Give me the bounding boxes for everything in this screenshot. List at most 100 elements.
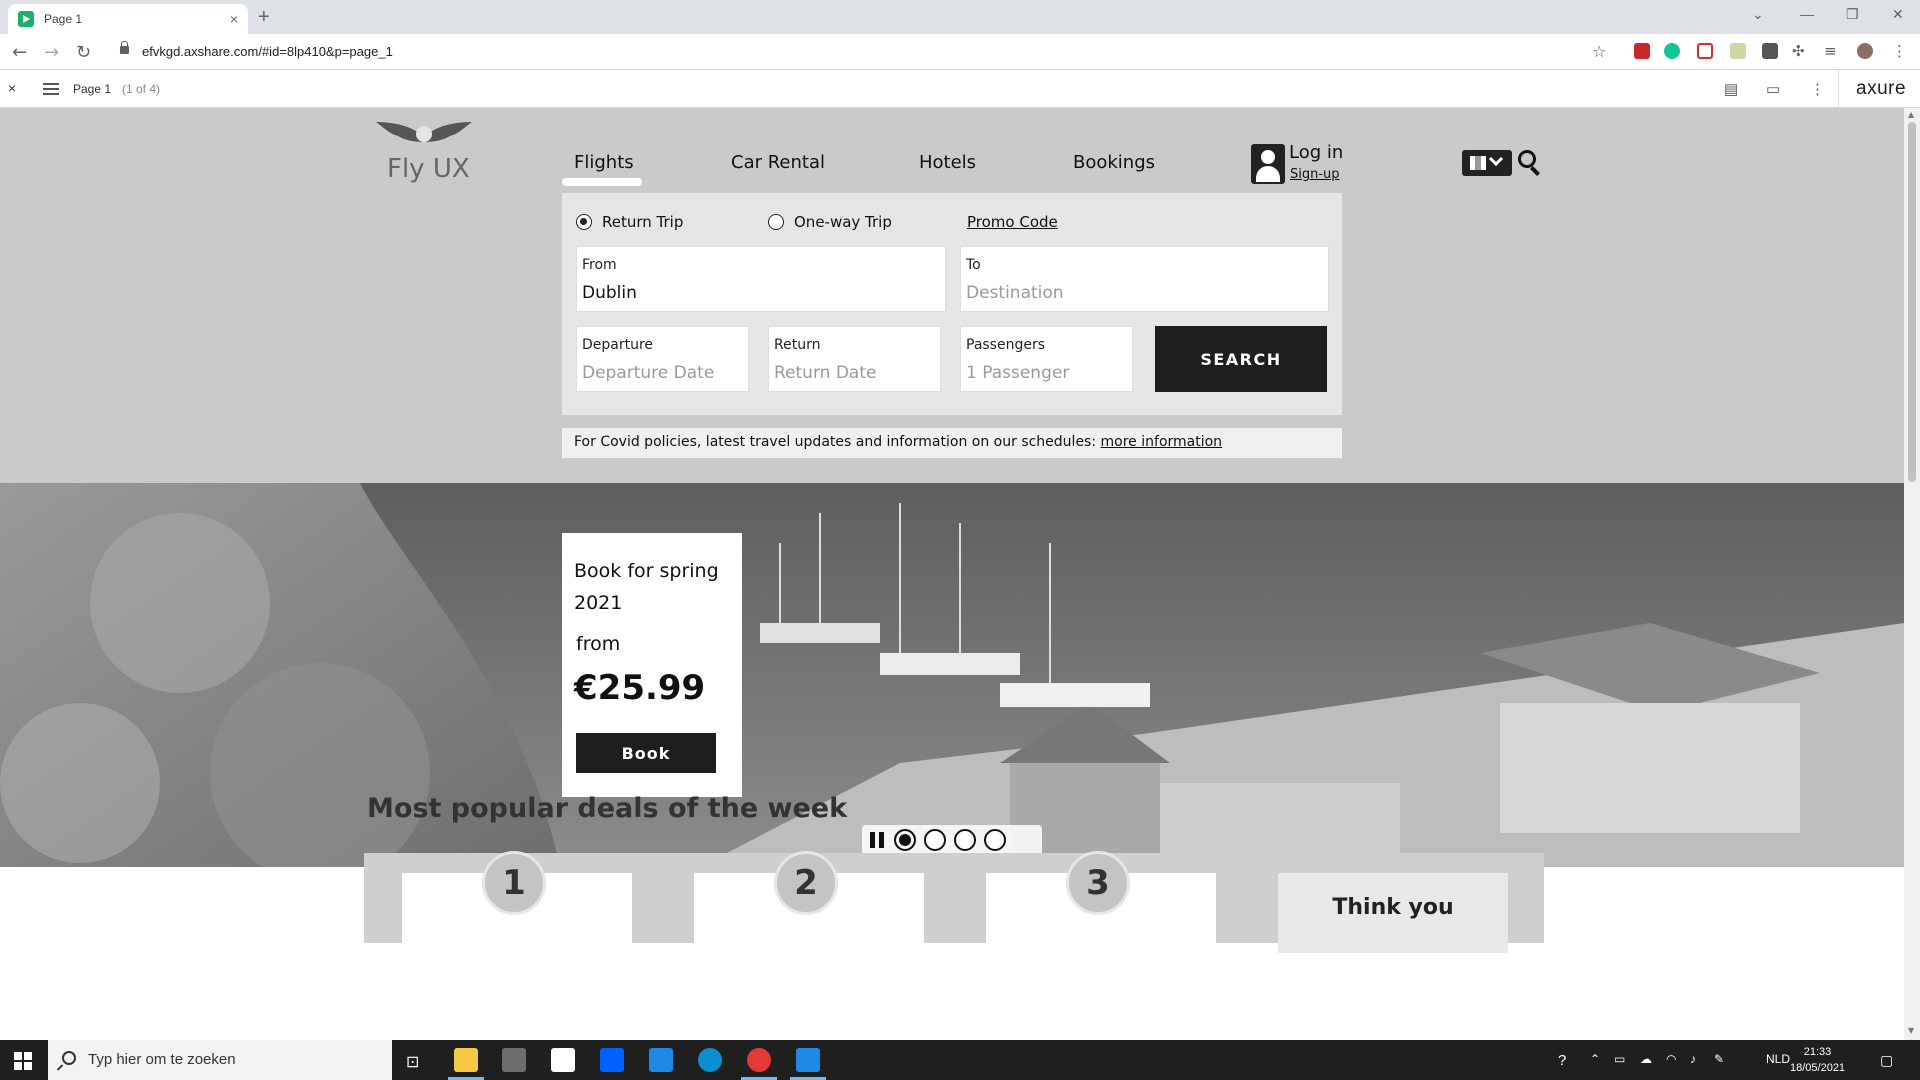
flag-icon — [1470, 156, 1486, 170]
radio-unchecked-icon — [768, 214, 784, 230]
url-field[interactable]: efvkgd.axshare.com/#id=8lp410&p=page_1 — [142, 44, 393, 59]
system-clock[interactable]: 21:33 18/05/2021 — [1790, 1044, 1845, 1076]
volume-icon[interactable]: ♪ — [1690, 1052, 1696, 1066]
return-trip-radio[interactable]: Return Trip — [576, 213, 683, 231]
forward-arrow-icon[interactable]: → — [44, 42, 59, 63]
to-label: To — [966, 257, 981, 273]
windows-start-icon[interactable] — [14, 1052, 32, 1070]
grammarly-extension-icon[interactable] — [1664, 43, 1680, 59]
dropbox-icon[interactable] — [600, 1048, 624, 1072]
show-hidden-icons-icon[interactable]: ⌃ — [1590, 1052, 1600, 1066]
axure-favicon-icon — [18, 11, 34, 27]
deal-card[interactable]: Think you — [1278, 873, 1508, 953]
nav-flights[interactable]: Flights — [574, 152, 634, 173]
reading-list-icon[interactable]: ≡ — [1824, 42, 1837, 60]
store-icon[interactable] — [502, 1048, 526, 1072]
deal-rank-badge: 1 — [482, 851, 546, 915]
from-field[interactable]: From Dublin — [576, 246, 946, 312]
deal-rank-badge: 2 — [774, 851, 838, 915]
departure-label: Departure — [582, 337, 654, 353]
pocket-extension-icon[interactable] — [1697, 43, 1713, 59]
book-button[interactable]: Book — [576, 733, 716, 773]
edge-icon[interactable] — [698, 1048, 722, 1072]
carousel-dot[interactable] — [894, 829, 916, 851]
one-way-trip-label: One-way Trip — [794, 213, 892, 231]
address-bar-row: ← → ↻ efvkgd.axshare.com/#id=8lp410&p=pa… — [0, 34, 1920, 70]
more-options-icon[interactable]: ⋮ — [1810, 80, 1825, 98]
tab-search-icon[interactable]: ⌄ — [1752, 6, 1764, 23]
promo-code-link[interactable]: Promo Code — [967, 213, 1058, 231]
browser-menu-icon[interactable]: ⋮ — [1892, 42, 1907, 60]
carousel-dot[interactable] — [924, 829, 946, 851]
passengers-field[interactable]: Passengers 1 Passenger — [960, 326, 1133, 392]
fly-ux-logo[interactable]: Fly UX — [370, 120, 480, 190]
extensions-puzzle-icon[interactable]: ✣ — [1792, 42, 1805, 60]
nav-bookings[interactable]: Bookings — [1073, 152, 1155, 173]
nav-car-rental[interactable]: Car Rental — [731, 152, 825, 173]
axure-close-icon[interactable]: × — [8, 80, 16, 96]
login-link[interactable]: Log in — [1289, 142, 1343, 163]
one-way-trip-radio[interactable]: One-way Trip — [768, 213, 892, 231]
from-value: Dublin — [582, 283, 637, 303]
flight-search-panel: Return Trip One-way Trip Promo Code From… — [562, 193, 1342, 415]
user-icon[interactable] — [1251, 144, 1285, 184]
bookmark-star-icon[interactable]: ☆ — [1592, 42, 1606, 61]
covid-notice-text: For Covid policies, latest travel update… — [574, 434, 1101, 450]
search-icon-handle — [1530, 166, 1540, 176]
notes-icon[interactable]: ▤ — [1724, 80, 1738, 98]
scroll-up-icon[interactable]: ▲ — [1908, 110, 1914, 119]
amazon-icon[interactable] — [551, 1048, 575, 1072]
battery-icon[interactable]: ▭ — [1614, 1052, 1625, 1066]
taskbar-search-box[interactable]: Typ hier om te zoeken — [48, 1040, 392, 1080]
pause-icon[interactable] — [868, 831, 886, 849]
extension-icon[interactable] — [1762, 43, 1778, 59]
extension-icon[interactable] — [1730, 43, 1746, 59]
deal-rank-badge: 3 — [1066, 851, 1130, 915]
help-icon[interactable]: ? — [1558, 1052, 1566, 1069]
wifi-icon[interactable]: ◠ — [1666, 1052, 1676, 1066]
nav-hotels[interactable]: Hotels — [919, 152, 976, 173]
to-field[interactable]: To Destination — [960, 246, 1329, 312]
scrollbar-thumb[interactable] — [1908, 122, 1916, 482]
notifications-icon[interactable]: ▢ — [1880, 1052, 1893, 1069]
scroll-down-icon[interactable]: ▼ — [1908, 1026, 1914, 1035]
mail-icon[interactable] — [649, 1048, 673, 1072]
back-arrow-icon[interactable]: ← — [12, 42, 27, 63]
vscode-icon[interactable] — [796, 1048, 820, 1072]
pen-icon[interactable]: ✎ — [1714, 1052, 1724, 1066]
reload-icon[interactable]: ↻ — [76, 42, 91, 63]
new-tab-button[interactable]: + — [258, 6, 270, 29]
page-scrollbar[interactable]: ▲ ▼ — [1904, 108, 1920, 1040]
radio-checked-icon — [576, 214, 592, 230]
search-button[interactable]: SEARCH — [1155, 326, 1327, 392]
task-view-icon[interactable]: ⊡ — [406, 1052, 419, 1072]
window-close-button[interactable]: ✕ — [1892, 6, 1904, 23]
chrome-icon[interactable] — [747, 1048, 771, 1072]
extension-icon[interactable] — [1634, 43, 1650, 59]
profile-avatar[interactable] — [1857, 43, 1873, 59]
restore-button[interactable]: ❐ — [1846, 6, 1859, 23]
onedrive-icon[interactable]: ☁ — [1640, 1052, 1652, 1066]
start-tile — [14, 1062, 22, 1070]
minimize-button[interactable]: — — [1800, 6, 1814, 22]
tab-close-button[interactable]: × — [230, 11, 238, 27]
sitemap-menu-icon[interactable] — [43, 83, 59, 95]
covid-notice: For Covid policies, latest travel update… — [562, 428, 1342, 458]
file-explorer-icon[interactable] — [454, 1048, 478, 1072]
departure-date-field[interactable]: Departure Departure Date — [576, 326, 749, 392]
hero-carousel: Book for spring 2021 from €25.99 Book — [0, 483, 1904, 867]
signup-link[interactable]: Sign-up — [1290, 167, 1340, 182]
harbor-photo-image — [0, 483, 1904, 867]
carousel-dot[interactable] — [984, 829, 1006, 851]
wings-logo-icon — [376, 122, 472, 142]
carousel-dot[interactable] — [954, 829, 976, 851]
search-icon[interactable] — [1518, 150, 1540, 176]
passengers-label: Passengers — [966, 337, 1046, 353]
clock-time: 21:33 — [1803, 1046, 1832, 1058]
more-information-link[interactable]: more information — [1101, 434, 1223, 450]
comments-icon[interactable]: ▭ — [1766, 80, 1780, 98]
browser-tab[interactable]: Page 1 × — [8, 4, 248, 34]
return-date-field[interactable]: Return Return Date — [768, 326, 941, 392]
language-selector[interactable] — [1462, 150, 1512, 176]
language-indicator[interactable]: NLD — [1766, 1052, 1790, 1066]
